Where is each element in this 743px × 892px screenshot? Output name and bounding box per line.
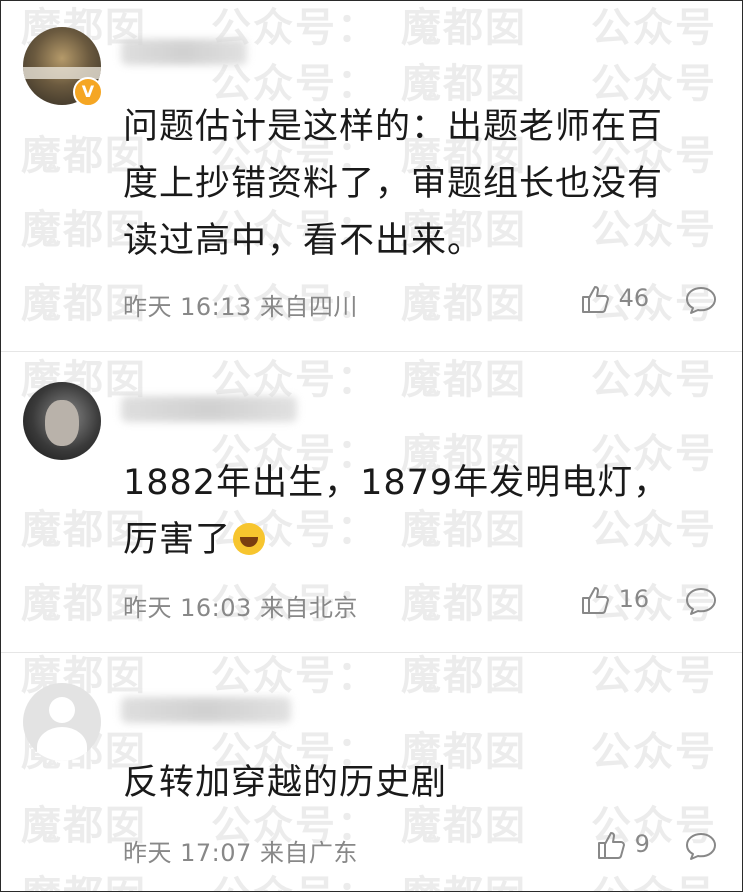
comment-time: 昨天 16:13	[123, 293, 252, 321]
comment-time: 昨天 16:03	[123, 594, 252, 622]
thumbs-up-icon	[579, 284, 619, 313]
verified-badge-icon: V	[73, 77, 103, 107]
comment-line: 问题估计是这样的：出题老师在百	[123, 107, 664, 147]
comment-location: 来自北京	[259, 594, 358, 622]
comment-bubble-icon	[684, 833, 718, 860]
comment-bubble-icon	[684, 287, 718, 314]
thumbs-up-icon	[595, 830, 635, 859]
comment-meta: 昨天 16:03 来自北京	[123, 588, 358, 623]
like-count: 9	[634, 830, 650, 858]
comment-location: 来自四川	[259, 293, 358, 321]
comment-time: 昨天 17:07	[123, 839, 252, 867]
comment-item: V 问题估计是这样的：出题老师在百 度上抄错资料了，审题组长也没有 读过高中，看…	[1, 1, 742, 351]
avatar[interactable]	[23, 382, 101, 460]
comment-location: 来自广东	[259, 839, 358, 867]
comment-list: 魔都囡 公众号： 魔都囡 公众号 公众号： 魔都囡 公众号 魔都囡 公众号： 魔…	[0, 0, 743, 892]
comment-item: 1882年出生，1879年发明电灯， 厉害了 昨天 16:03 来自北京 16	[1, 352, 742, 652]
like-button[interactable]: 46	[579, 283, 649, 315]
thumbs-up-icon	[579, 585, 619, 614]
comment-line: 1882年出生，1879年发明电灯，	[123, 463, 670, 503]
reply-button[interactable]	[684, 830, 718, 862]
reply-button[interactable]	[684, 284, 718, 316]
comment-line: 反转加穿越的历史剧	[123, 763, 448, 803]
author-name[interactable]	[121, 396, 297, 422]
comment-bubble-icon	[684, 588, 718, 615]
comment-meta: 昨天 16:13 来自四川	[123, 287, 358, 322]
author-name[interactable]	[121, 697, 291, 723]
comment-line: 读过高中，看不出来。	[123, 221, 484, 261]
comment-text: 反转加穿越的历史剧	[123, 755, 722, 812]
comment-line: 厉害了	[123, 512, 722, 569]
comment-line-text: 厉害了	[123, 520, 232, 560]
like-button[interactable]: 9	[595, 829, 650, 861]
like-button[interactable]: 16	[579, 584, 649, 616]
avatar[interactable]	[23, 683, 101, 761]
comment-item: 反转加穿越的历史剧 昨天 17:07 来自广东 9	[1, 653, 742, 891]
comment-line: 度上抄错资料了，审题组长也没有	[123, 164, 664, 204]
author-name[interactable]	[121, 39, 247, 65]
comment-meta: 昨天 17:07 来自广东	[123, 833, 358, 868]
comment-text: 1882年出生，1879年发明电灯， 厉害了	[123, 455, 722, 569]
reply-button[interactable]	[684, 585, 718, 617]
like-count: 46	[618, 284, 650, 312]
like-count: 16	[618, 585, 650, 613]
comment-text: 问题估计是这样的：出题老师在百 度上抄错资料了，审题组长也没有 读过高中，看不出…	[123, 99, 722, 270]
laughing-tears-icon	[233, 523, 266, 555]
